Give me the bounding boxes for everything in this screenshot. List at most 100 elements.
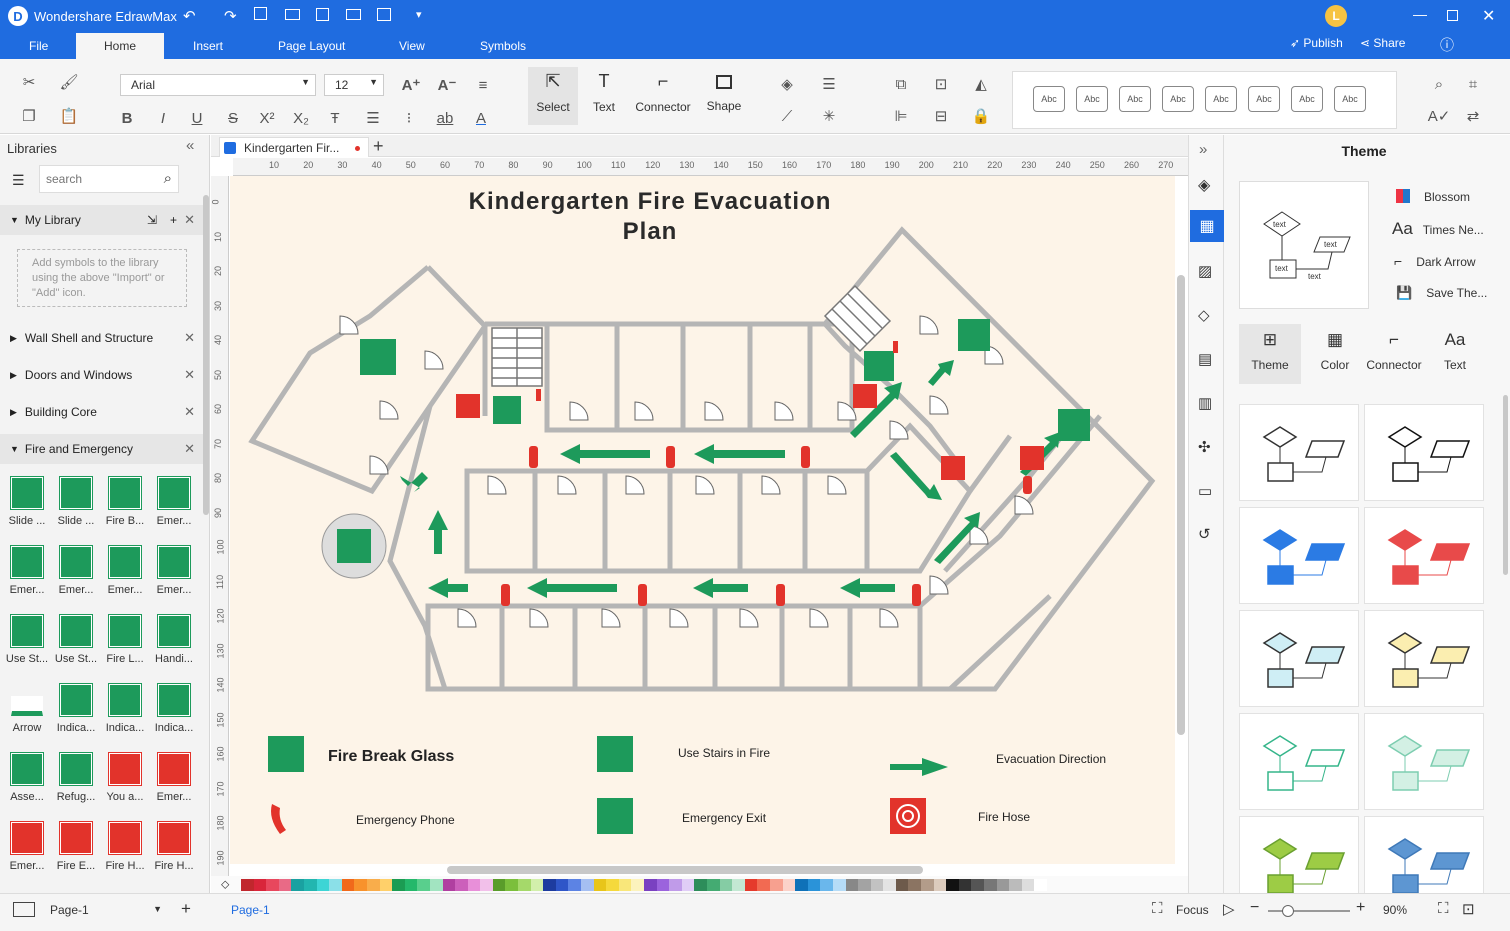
color-swatch[interactable]	[971, 879, 985, 891]
library-symbol[interactable]: Fire H...	[151, 821, 197, 872]
color-swatch[interactable]	[757, 879, 770, 891]
publish-button[interactable]: ➶ Publish	[1290, 36, 1343, 50]
export-icon[interactable]	[377, 8, 391, 21]
tab-text[interactable]: Aa Text	[1424, 324, 1486, 384]
highlight-icon[interactable]: ab	[434, 107, 456, 129]
library-symbol[interactable]: Handi...	[151, 614, 197, 665]
theme-scrollbar[interactable]	[1503, 395, 1508, 575]
color-swatch[interactable]	[278, 879, 292, 891]
style-option[interactable]: Abc	[1119, 86, 1151, 112]
color-swatch[interactable]	[958, 879, 972, 891]
library-symbol[interactable]: Indica...	[53, 683, 99, 734]
color-swatch[interactable]	[832, 879, 846, 891]
close-icon[interactable]: ✕	[184, 441, 195, 457]
redo-icon[interactable]: ↷	[224, 7, 237, 25]
avatar[interactable]: L	[1325, 5, 1347, 27]
fill-panel-icon[interactable]: ◈	[1198, 175, 1210, 195]
layers-icon[interactable]: ◇	[1198, 306, 1210, 324]
theme-option[interactable]	[1364, 713, 1484, 810]
page-icon[interactable]: ▤	[1198, 350, 1212, 368]
style-option[interactable]: Abc	[1162, 86, 1194, 112]
color-swatch[interactable]	[467, 879, 481, 891]
fill-icon[interactable]: ◈	[776, 73, 798, 95]
line-style-icon[interactable]: ☰	[818, 73, 840, 95]
text-case-icon[interactable]: Ŧ	[324, 107, 346, 129]
color-swatch[interactable]	[782, 879, 796, 891]
color-swatch[interactable]	[253, 879, 267, 891]
color-swatch[interactable]	[329, 879, 342, 891]
share-button[interactable]: ⋖ Share	[1360, 36, 1405, 50]
tab-connector[interactable]: ⌐ Connector	[1363, 324, 1425, 384]
font-color-icon[interactable]: A	[470, 107, 492, 129]
zoom-level[interactable]: 90%	[1383, 903, 1407, 917]
color-swatch[interactable]	[669, 879, 682, 891]
page-tab[interactable]: Page-1	[231, 903, 270, 917]
menu-page-layout[interactable]: Page Layout	[278, 39, 345, 53]
color-swatch[interactable]	[354, 879, 367, 891]
color-swatch[interactable]	[870, 879, 884, 891]
color-swatch[interactable]	[480, 879, 493, 891]
expand-icon[interactable]: »	[1199, 141, 1207, 158]
color-swatch[interactable]	[895, 879, 909, 891]
style-option[interactable]: Abc	[1248, 86, 1280, 112]
color-swatch[interactable]	[858, 879, 871, 891]
maximize-icon[interactable]	[1447, 10, 1458, 21]
library-menu-icon[interactable]: ☰	[12, 172, 25, 189]
increase-font-icon[interactable]: A⁺	[400, 74, 422, 96]
theme-option[interactable]	[1239, 404, 1359, 501]
zoom-slider[interactable]	[1268, 905, 1350, 917]
color-swatch[interactable]	[543, 879, 556, 891]
menu-insert[interactable]: Insert	[193, 39, 223, 53]
menu-file[interactable]: File	[29, 39, 48, 53]
color-swatch[interactable]	[984, 879, 997, 891]
color-swatch[interactable]	[681, 879, 695, 891]
library-section-core[interactable]: ▶ Building Core ✕	[0, 397, 203, 427]
color-swatch[interactable]	[241, 879, 254, 891]
data-icon[interactable]: ▥	[1198, 394, 1212, 412]
color-swatch[interactable]	[631, 879, 644, 891]
close-icon[interactable]: ✕	[184, 212, 195, 228]
theme-option[interactable]	[1239, 713, 1359, 810]
presentation-icon[interactable]: ▭	[1198, 482, 1212, 500]
page-select[interactable]: Page-1 ▼	[50, 903, 162, 917]
page-layout-icon[interactable]	[13, 902, 35, 917]
theme-option[interactable]	[1364, 507, 1484, 604]
color-swatch[interactable]	[1034, 879, 1047, 891]
color-swatch[interactable]	[908, 879, 922, 891]
library-section-wall[interactable]: ▶ Wall Shell and Structure ✕	[0, 323, 203, 353]
color-swatch[interactable]	[492, 879, 506, 891]
color-swatch[interactable]	[568, 879, 582, 891]
strikethrough-icon[interactable]: S	[222, 107, 244, 129]
color-swatch[interactable]	[404, 879, 418, 891]
color-swatch[interactable]	[266, 879, 279, 891]
library-symbol[interactable]: Emer...	[4, 821, 50, 872]
color-swatch[interactable]	[303, 879, 317, 891]
library-symbol[interactable]: Arrow	[4, 684, 50, 734]
search-icon[interactable]: ⌕	[164, 170, 172, 187]
library-symbol[interactable]: Use St...	[53, 614, 99, 665]
color-swatch[interactable]	[694, 879, 707, 891]
superscript-icon[interactable]: X²	[256, 107, 278, 129]
color-swatch[interactable]	[581, 879, 594, 891]
library-symbol[interactable]: Emer...	[102, 545, 148, 596]
horizontal-scrollbar[interactable]	[447, 866, 923, 874]
color-swatch[interactable]	[555, 879, 569, 891]
new-icon[interactable]	[254, 7, 267, 20]
find-icon[interactable]: ⌕	[1428, 73, 1450, 95]
zoom-out-icon[interactable]: −	[1250, 899, 1259, 917]
image-icon[interactable]: ▨	[1198, 262, 1212, 280]
color-swatch[interactable]	[429, 879, 443, 891]
history-icon[interactable]: ↺	[1198, 525, 1211, 543]
menu-symbols[interactable]: Symbols	[480, 39, 526, 53]
style-option[interactable]: Abc	[1291, 86, 1323, 112]
undo-icon[interactable]: ↶	[183, 7, 196, 25]
connector-tool[interactable]: ⌐ Connector	[632, 67, 694, 125]
color-swatch[interactable]	[820, 879, 833, 891]
add-icon[interactable]: +	[170, 213, 177, 227]
close-icon[interactable]: ✕	[184, 404, 195, 420]
theme-panel-icon[interactable]: ▦	[1190, 210, 1224, 242]
italic-icon[interactable]: I	[152, 107, 174, 129]
shape-tool[interactable]: Shape	[702, 67, 746, 125]
effects-icon[interactable]: ✳	[818, 105, 840, 127]
theme-option-blossom[interactable]: Blossom	[1396, 189, 1470, 204]
